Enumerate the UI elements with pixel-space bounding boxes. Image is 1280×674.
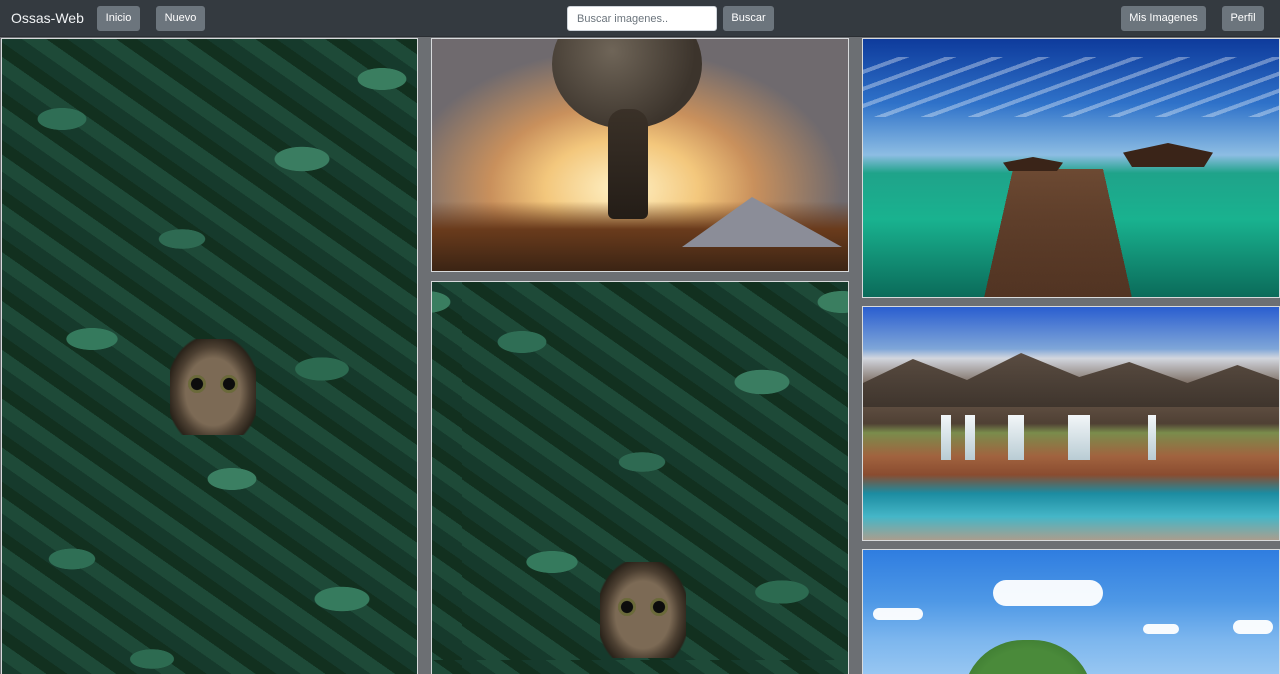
mis-imagenes-button[interactable]: Mis Imagenes xyxy=(1121,6,1206,31)
cloud-shape xyxy=(873,608,923,620)
perfil-button[interactable]: Perfil xyxy=(1222,6,1264,31)
cloud-shape xyxy=(1233,620,1273,634)
waterfall-stream xyxy=(941,415,951,460)
cloud-shape xyxy=(993,580,1103,606)
gallery-image[interactable] xyxy=(1,38,418,674)
waterfall-stream xyxy=(965,415,975,460)
waterfall-stream xyxy=(1148,415,1156,460)
search-input[interactable] xyxy=(567,6,717,31)
titan-figure xyxy=(608,109,648,219)
top-navbar: Ossas-Web Inicio Nuevo Buscar Mis Imagen… xyxy=(0,0,1280,37)
gallery-image[interactable] xyxy=(431,281,849,674)
search-button[interactable]: Buscar xyxy=(723,6,774,31)
cloud-shape xyxy=(1143,624,1179,634)
gallery-image[interactable] xyxy=(862,38,1280,298)
nuevo-button[interactable]: Nuevo xyxy=(156,6,205,31)
waterfall-stream xyxy=(1008,415,1024,460)
cat-face xyxy=(170,339,256,435)
waterfall-stream xyxy=(1068,415,1090,460)
inicio-button[interactable]: Inicio xyxy=(97,6,140,31)
cat-face xyxy=(600,562,686,658)
gallery-image[interactable] xyxy=(862,549,1280,674)
gallery-image[interactable] xyxy=(862,306,1280,541)
mountain-shape xyxy=(682,197,842,247)
brand-logo[interactable]: Ossas-Web xyxy=(11,10,84,27)
gallery-image[interactable] xyxy=(431,38,849,272)
cloud-streaks xyxy=(863,57,1279,117)
